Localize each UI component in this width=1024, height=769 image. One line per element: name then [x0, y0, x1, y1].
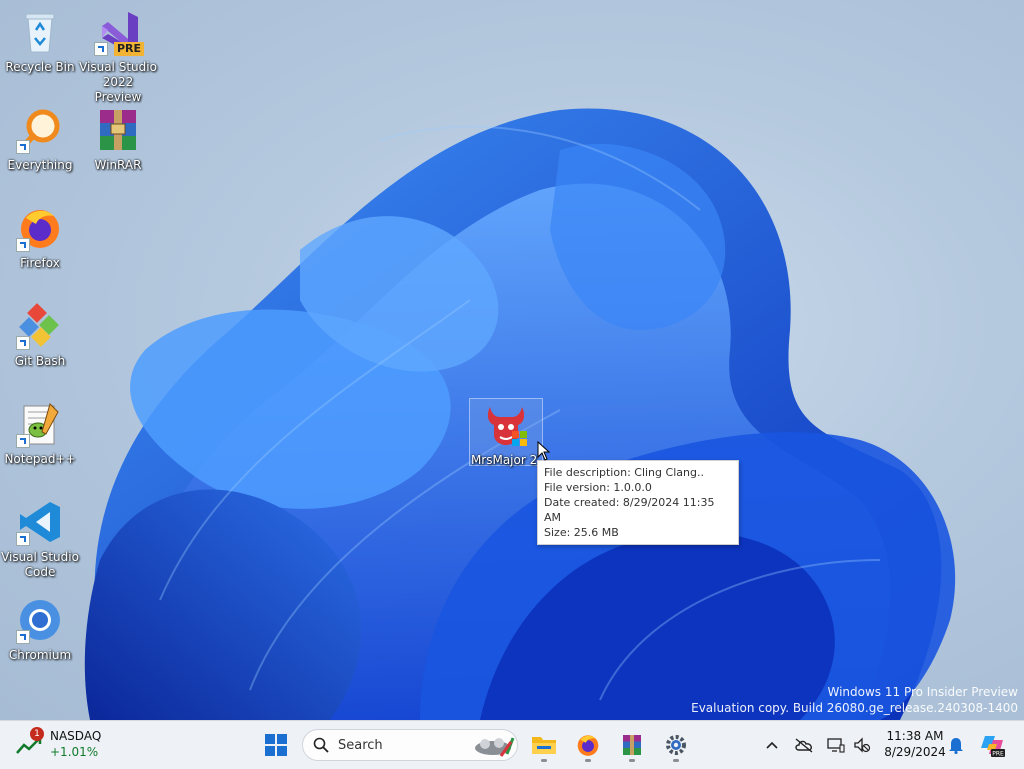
notifications-button[interactable] — [944, 733, 968, 757]
notepad-plus-plus-icon — [16, 400, 64, 448]
desktop-icon-recycle-bin[interactable]: Recycle Bin — [0, 8, 80, 75]
desktop-icon-label: Visual Studio Code — [1, 550, 79, 579]
everything-search-icon — [16, 106, 64, 154]
visual-studio-icon: PRE — [94, 8, 144, 56]
running-indicator — [673, 759, 679, 762]
evaluation-watermark: Windows 11 Pro Insider Preview Evaluatio… — [691, 684, 1018, 716]
desktop-icon-label: Recycle Bin — [5, 60, 75, 74]
desktop-icon-visual-studio[interactable]: PRE Visual Studio 2022 Preview — [78, 8, 158, 105]
shortcut-arrow-icon — [16, 140, 30, 154]
desktop-icon-label: Firefox — [20, 256, 60, 270]
running-indicator — [629, 759, 635, 762]
desktop-icon-label: MrsMajor 2. — [470, 453, 542, 467]
taskbar-file-explorer[interactable] — [526, 727, 562, 763]
volume-muted-icon — [854, 737, 871, 753]
chevron-up-icon — [766, 741, 778, 749]
copilot-button[interactable]: PRE — [978, 733, 1006, 758]
clock-time: 11:38 AM — [886, 729, 944, 743]
search-icon — [313, 737, 329, 753]
firefox-icon — [577, 735, 599, 756]
desktop-icon-label: WinRAR — [94, 158, 142, 172]
mrsmajor-icon — [482, 401, 530, 449]
stock-widget[interactable]: 1 NASDAQ +1.01% — [14, 727, 124, 763]
tooltip-size: Size: 25.6 MB — [544, 526, 619, 539]
taskbar: 1 NASDAQ +1.01% Search 11:38 AM 8/29/202… — [0, 720, 1024, 769]
start-button[interactable] — [258, 727, 294, 763]
shortcut-arrow-icon — [16, 434, 30, 448]
volume-tray-button[interactable] — [850, 733, 874, 757]
desktop-icon-winrar[interactable]: WinRAR — [78, 106, 158, 173]
desktop-icon-label: Git Bash — [14, 354, 66, 368]
recycle-bin-icon — [16, 8, 64, 56]
taskbar-settings[interactable] — [658, 727, 694, 763]
search-highlight-icon — [475, 737, 515, 757]
onedrive-offline-icon — [795, 738, 813, 753]
taskbar-clock[interactable]: 11:38 AM 8/29/2024 — [880, 728, 950, 760]
desktop-icon-label: Notepad++ — [4, 452, 76, 466]
network-tray-button[interactable] — [824, 733, 848, 757]
copilot-preview-icon: PRE — [981, 736, 1005, 758]
shortcut-arrow-icon — [16, 532, 30, 546]
bell-icon — [949, 738, 963, 754]
stock-change: +1.01% — [50, 745, 99, 759]
firefox-icon — [16, 204, 64, 252]
stock-ticker: NASDAQ — [50, 729, 102, 743]
shortcut-arrow-icon — [16, 238, 30, 252]
tooltip-date-created: Date created: 8/29/2024 11:35 AM — [544, 496, 715, 524]
desktop-icon-label: Everything — [7, 158, 73, 172]
shortcut-arrow-icon — [16, 630, 30, 644]
desktop-icon-chromium[interactable]: Chromium — [0, 596, 80, 663]
mouse-cursor-icon — [537, 441, 551, 461]
chromium-icon — [16, 596, 64, 644]
clock-date: 8/29/2024 — [884, 745, 946, 759]
taskbar-firefox[interactable] — [570, 727, 606, 763]
desktop-icon-notepad-plus-plus[interactable]: Notepad++ — [0, 400, 80, 467]
desktop-icon-vscode[interactable]: Visual Studio Code — [0, 498, 80, 580]
running-indicator — [585, 759, 591, 762]
vscode-icon — [16, 498, 64, 546]
tooltip-file-version: File version: 1.0.0.0 — [544, 481, 652, 494]
git-bash-icon — [16, 302, 64, 350]
shortcut-arrow-icon — [94, 42, 108, 56]
start-icon — [265, 734, 287, 756]
file-explorer-icon — [532, 737, 556, 754]
network-icon — [827, 738, 845, 753]
onedrive-tray-button[interactable] — [792, 733, 816, 757]
preview-badge: PRE — [113, 42, 144, 56]
svg-text:PRE: PRE — [992, 751, 1004, 758]
notification-badge: 1 — [30, 727, 44, 741]
desktop-icon-mrsmajor[interactable]: MrsMajor 2. — [469, 398, 543, 467]
settings-icon — [666, 735, 686, 755]
desktop-icon-everything[interactable]: Everything — [0, 106, 80, 173]
taskbar-search-box[interactable]: Search — [302, 729, 518, 761]
desktop-icon-git-bash[interactable]: Git Bash — [0, 302, 80, 369]
desktop-icon-label: Chromium — [8, 648, 72, 662]
desktop-icon-firefox[interactable]: Firefox — [0, 204, 80, 271]
show-hidden-icons-button[interactable] — [760, 733, 784, 757]
taskbar-winrar[interactable] — [614, 727, 650, 763]
running-indicator — [541, 759, 547, 762]
desktop: Recycle Bin PRE Visual Studio 2022 Previ… — [0, 0, 1024, 720]
tooltip-file-description: File description: Cling Clang.. — [544, 466, 704, 479]
desktop-icon-label: Visual Studio 2022 Preview — [79, 60, 157, 104]
winrar-icon — [623, 735, 641, 755]
search-label: Search — [338, 738, 383, 753]
file-info-tooltip: File description: Cling Clang.. File ver… — [537, 460, 739, 545]
winrar-icon — [94, 106, 142, 154]
watermark-line-2: Evaluation copy. Build 26080.ge_release.… — [691, 701, 1018, 715]
shortcut-arrow-icon — [16, 336, 30, 350]
watermark-line-1: Windows 11 Pro Insider Preview — [827, 685, 1018, 699]
